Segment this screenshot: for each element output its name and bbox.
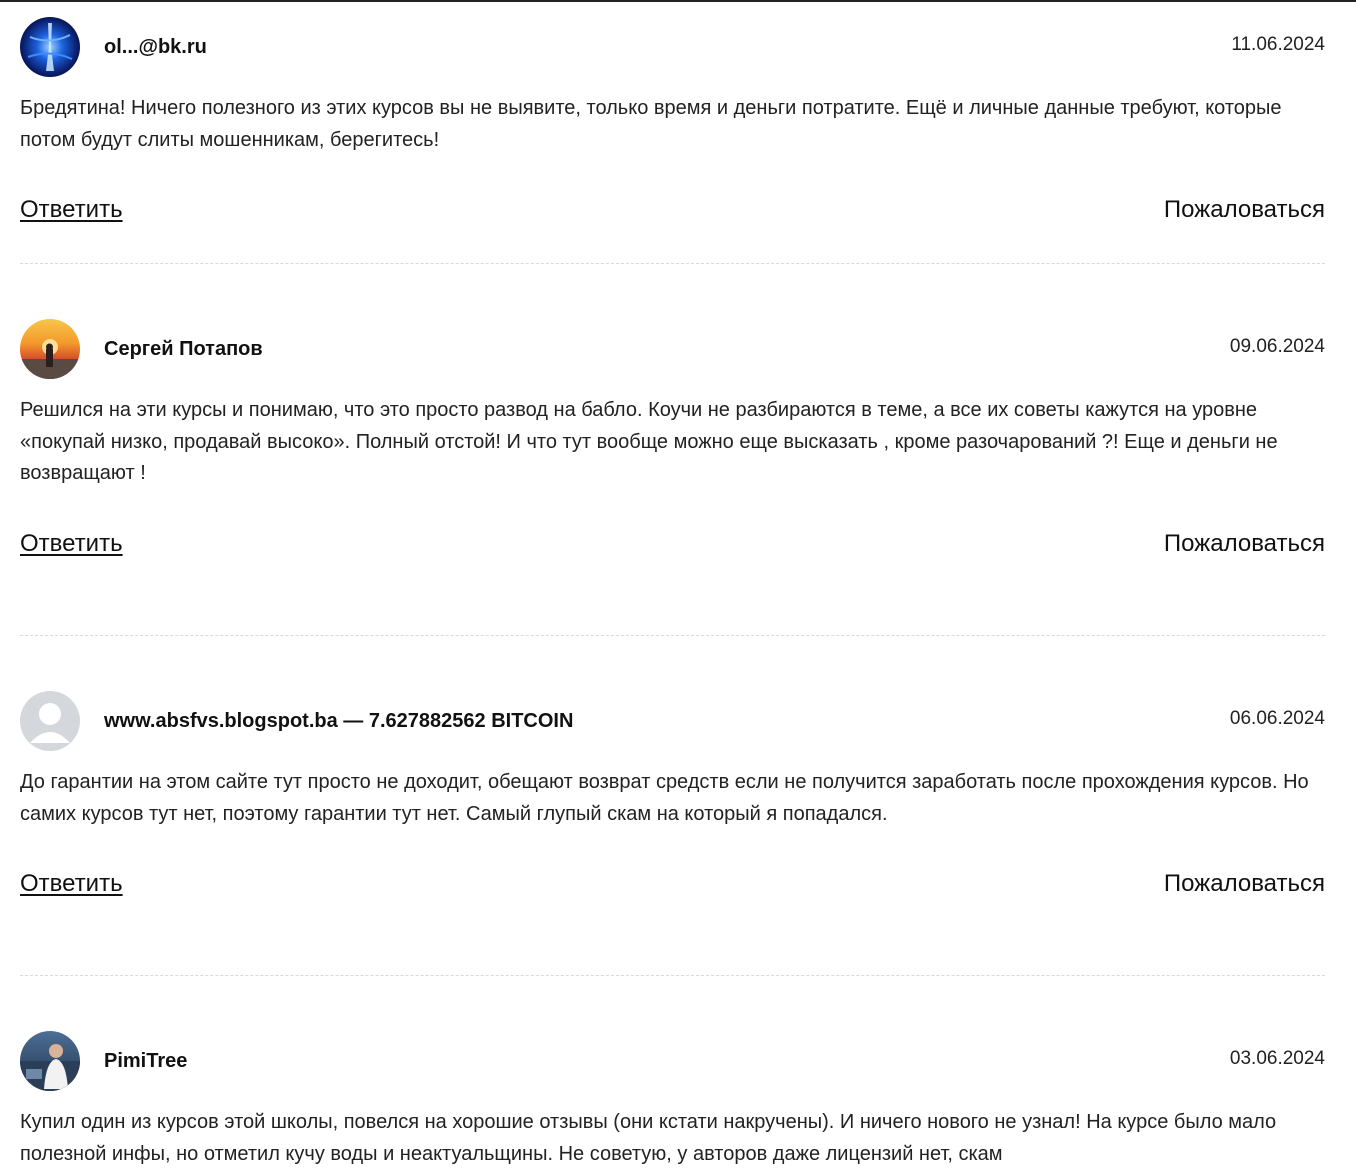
complain-link[interactable]: Пожаловаться	[1164, 530, 1325, 558]
review-author: www.absfvs.blogspot.ba — 7.627882562 BIT…	[104, 709, 574, 732]
review-author: ol...@bk.ru	[104, 35, 207, 58]
avatar	[20, 319, 80, 379]
sunset-photo-avatar-icon	[20, 319, 80, 379]
avatar	[20, 691, 80, 751]
review-author: Сергей Потапов	[104, 337, 263, 360]
reply-link[interactable]: Ответить	[20, 196, 123, 224]
review-header: ol...@bk.ru 11.06.2024	[20, 16, 1325, 78]
review-text: До гарантии на этом сайте тут просто не …	[20, 771, 1309, 825]
reviews-list: ol...@bk.ru 11.06.2024 Бредятина! Ничего…	[20, 0, 1325, 1170]
review-text: Купил один из курсов этой школы, повелся…	[20, 1111, 1277, 1165]
review-date: 11.06.2024	[1231, 34, 1325, 55]
review-date: 06.06.2024	[1229, 708, 1325, 729]
review-item: ol...@bk.ru 11.06.2024 Бредятина! Ничего…	[20, 16, 1325, 264]
reply-link[interactable]: Ответить	[20, 530, 123, 558]
review-item: www.absfvs.blogspot.ba — 7.627882562 BIT…	[20, 690, 1325, 976]
review-text: Решился на эти курсы и понимаю, что это …	[20, 399, 1278, 484]
review-text: Бредятина! Ничего полезного из этих курс…	[20, 97, 1282, 151]
blue-abstract-avatar-icon	[20, 17, 80, 77]
review-header: PimiTree 03.06.2024	[20, 1030, 1325, 1092]
review-date: 09.06.2024	[1229, 336, 1325, 357]
review-header: Сергей Потапов 09.06.2024	[20, 318, 1325, 380]
review-item: PimiTree 03.06.2024 Купил один из курсов…	[20, 1030, 1325, 1170]
review-header: www.absfvs.blogspot.ba — 7.627882562 BIT…	[20, 690, 1325, 752]
review-actions: Ответить Пожаловаться	[20, 196, 1325, 226]
review-actions: Ответить Пожаловаться	[20, 870, 1325, 900]
review-author: PimiTree	[104, 1049, 188, 1072]
review-item: Сергей Потапов 09.06.2024 Решился на эти…	[20, 318, 1325, 636]
review-date: 03.06.2024	[1229, 1048, 1325, 1069]
complain-link[interactable]: Пожаловаться	[1164, 870, 1325, 898]
default-user-avatar-icon	[20, 691, 80, 751]
avatar	[20, 1031, 80, 1091]
complain-link[interactable]: Пожаловаться	[1164, 196, 1325, 224]
review-actions: Ответить Пожаловаться	[20, 530, 1325, 560]
reply-link[interactable]: Ответить	[20, 870, 123, 898]
man-photo-avatar-icon	[20, 1031, 80, 1091]
avatar	[20, 17, 80, 77]
